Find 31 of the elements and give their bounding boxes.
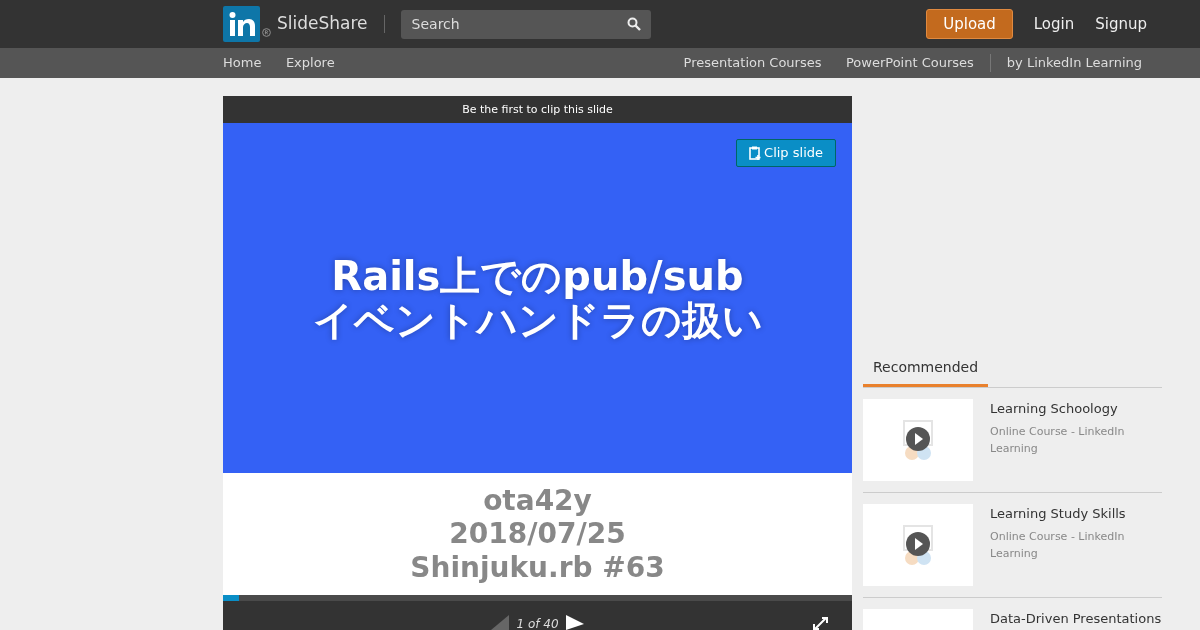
clip-slide-button[interactable]: Clip slide — [735, 139, 836, 167]
nav-link[interactable]: Explore — [282, 53, 335, 73]
search-icon[interactable] — [626, 16, 641, 31]
nav-link[interactable]: Home — [223, 53, 262, 73]
registered-icon — [262, 27, 271, 37]
page-counter: 1 of 40 — [516, 616, 559, 630]
course-title[interactable]: Data-Driven Presentations — [990, 609, 1162, 629]
recommended-tab[interactable]: Recommended — [863, 351, 989, 387]
slide-text: ota42y — [483, 483, 592, 518]
clip-bar-text: Be the first to clip this slide — [223, 96, 852, 123]
course-title[interactable]: Learning Schoology — [990, 399, 1162, 419]
next-icon[interactable] — [565, 615, 584, 630]
slide-title: イベントハンドラの扱い — [312, 298, 763, 342]
logo-icon[interactable] — [223, 6, 260, 42]
course-subtitle: Online Course - LinkedIn Learning — [990, 423, 1126, 457]
slide-text: 2018/07/25 — [449, 517, 626, 551]
progress-track[interactable] — [223, 595, 852, 601]
upload-button[interactable]: Upload — [926, 8, 1013, 40]
fullscreen-icon[interactable] — [813, 617, 828, 630]
nav-link[interactable]: PowerPoint Courses — [842, 53, 974, 73]
header-link[interactable]: Login — [1033, 12, 1075, 36]
course-title[interactable]: Learning Study Skills — [990, 504, 1162, 524]
course-subtitle: Online Course - LinkedIn Learning — [990, 528, 1126, 562]
header-link[interactable]: Signup — [1095, 12, 1147, 36]
brand-name[interactable]: SlideShare — [277, 11, 368, 37]
clip-icon — [748, 145, 761, 160]
slide-text: Shinjuku.rb #63 — [410, 550, 665, 585]
nav-link[interactable]: by LinkedIn Learning — [1006, 53, 1142, 73]
nav-link[interactable]: Presentation Courses — [680, 53, 822, 73]
search-field[interactable]: Search — [400, 9, 651, 39]
slide-title: Rails上でのpub/sub — [331, 254, 744, 298]
